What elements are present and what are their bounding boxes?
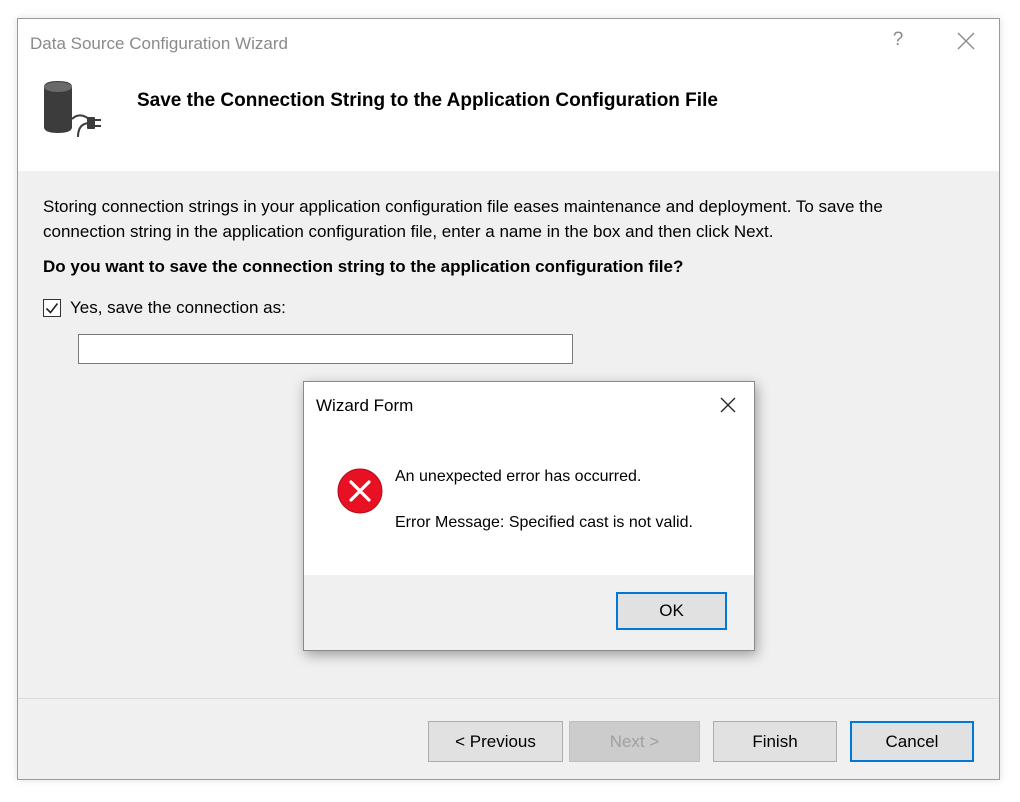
page-title: Save the Connection String to the Applic… <box>137 90 718 111</box>
dialog-title: Wizard Form <box>316 396 414 415</box>
ok-button[interactable]: OK <box>616 592 727 630</box>
checkmark-icon <box>45 303 59 314</box>
save-connection-label[interactable]: Yes, save the connection as: <box>70 298 286 318</box>
cancel-button[interactable]: Cancel <box>850 721 974 762</box>
next-button[interactable]: Next > <box>569 721 700 762</box>
window-title: Data Source Configuration Wizard <box>30 34 288 53</box>
error-icon <box>336 467 384 515</box>
database-connection-icon <box>40 79 110 139</box>
close-button[interactable] <box>955 30 977 52</box>
error-message: An unexpected error has occurred. <box>395 468 642 485</box>
save-question: Do you want to save the connection strin… <box>43 257 684 276</box>
connection-name-input[interactable] <box>78 334 573 364</box>
error-detail: Error Message: Specified cast is not val… <box>395 514 693 531</box>
dialog-close-button[interactable] <box>719 396 737 414</box>
save-connection-checkbox[interactable] <box>43 299 61 317</box>
close-icon <box>720 397 736 413</box>
error-dialog: Wizard Form An unexpected error has occu… <box>303 381 755 651</box>
title-bar: Data Source Configuration Wizard ? <box>18 19 999 67</box>
previous-button[interactable]: < Previous <box>428 721 563 762</box>
finish-button[interactable]: Finish <box>713 721 837 762</box>
footer-divider <box>18 698 999 699</box>
close-icon <box>957 32 975 50</box>
wizard-header: Save the Connection String to the Applic… <box>18 67 999 171</box>
description-text: Storing connection strings in your appli… <box>43 197 883 241</box>
help-button[interactable]: ? <box>888 29 908 51</box>
dialog-body: Wizard Form An unexpected error has occu… <box>304 382 754 575</box>
